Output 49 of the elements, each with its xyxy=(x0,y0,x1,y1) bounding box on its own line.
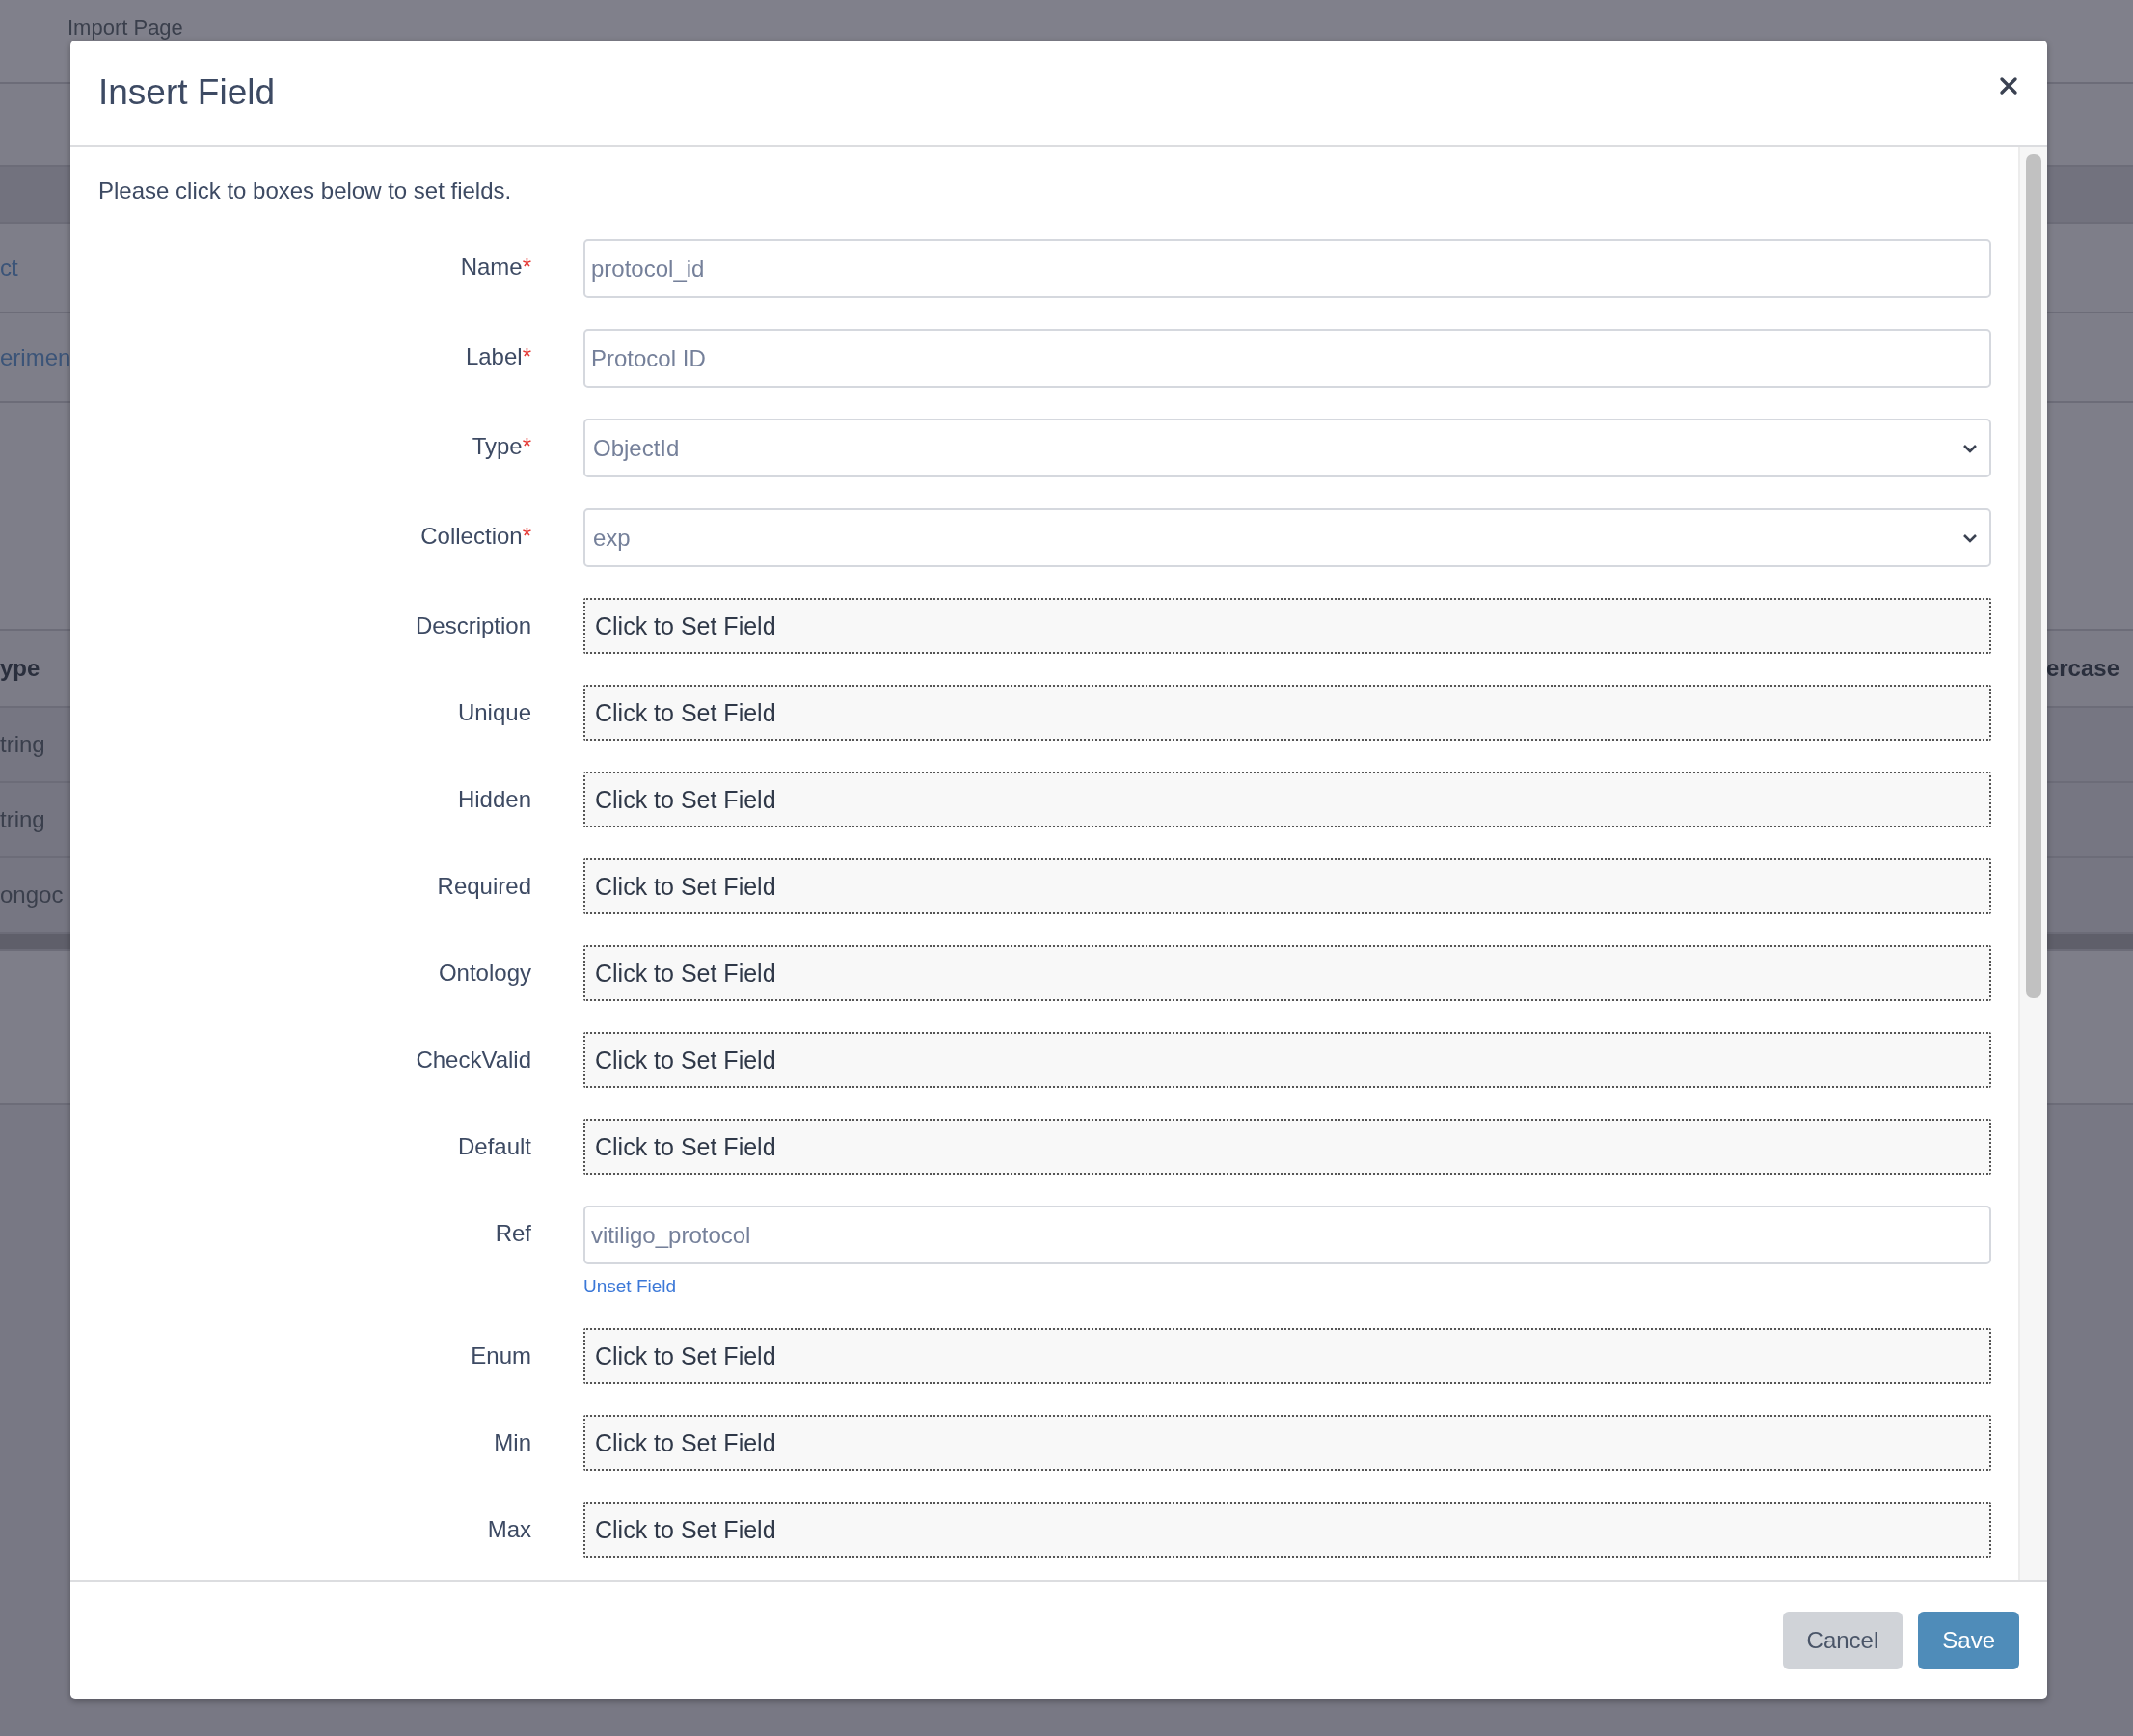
unset-field-link[interactable]: Unset Field xyxy=(583,1276,677,1297)
field-label: Enum xyxy=(471,1343,531,1369)
text-field[interactable]: vitiligo_protocol xyxy=(583,1206,1991,1264)
cancel-button[interactable]: Cancel xyxy=(1782,1612,1904,1669)
field-label: Min xyxy=(494,1429,531,1455)
required-asterisk: * xyxy=(522,523,531,549)
instruction-text: Please click to boxes below to set fields. xyxy=(98,177,513,204)
set-field-box[interactable]: Click to Set Field xyxy=(583,772,1991,827)
set-field-box[interactable]: Click to Set Field xyxy=(583,1502,1991,1558)
select-field[interactable]: exp xyxy=(583,508,1991,567)
set-field-box[interactable]: Click to Set Field xyxy=(583,1415,1991,1471)
set-field-box[interactable]: Click to Set Field xyxy=(583,685,1991,741)
field-label: Unique xyxy=(457,699,531,725)
field-label: Label xyxy=(465,343,523,369)
field-label: Default xyxy=(457,1133,531,1159)
field-label: Hidden xyxy=(457,786,531,812)
set-field-box[interactable]: Click to Set Field xyxy=(583,1119,1991,1175)
set-field-box[interactable]: Click to Set Field xyxy=(583,858,1991,914)
page-title: Import Page xyxy=(68,15,183,41)
select-field[interactable]: ObjectId xyxy=(583,419,1991,477)
field-label: CheckValid xyxy=(416,1046,531,1072)
dialog-title: Insert Field xyxy=(98,72,275,113)
field-label: Type xyxy=(472,433,523,459)
required-asterisk: * xyxy=(522,254,531,280)
field-label: Collection xyxy=(420,523,523,549)
table-cell: ongoc xyxy=(0,882,64,909)
field-label: Ref xyxy=(495,1220,531,1246)
table-cell: tring xyxy=(0,806,45,833)
field-label: Description xyxy=(415,612,531,638)
set-field-box[interactable]: Click to Set Field xyxy=(583,945,1991,1001)
set-field-box[interactable]: Click to Set Field xyxy=(583,1328,1991,1384)
close-icon[interactable] xyxy=(1999,76,2018,95)
column-header: ype xyxy=(0,655,40,682)
set-field-box[interactable]: Click to Set Field xyxy=(583,598,1991,654)
set-field-box[interactable]: Click to Set Field xyxy=(583,1032,1991,1088)
text-field[interactable]: Protocol ID xyxy=(583,329,1991,388)
text-field[interactable]: protocol_id xyxy=(583,239,1991,298)
chevron-down-icon xyxy=(1962,443,1978,453)
table-cell: tring xyxy=(0,731,45,758)
required-asterisk: * xyxy=(522,343,531,369)
scrollbar-thumb[interactable] xyxy=(2026,154,2041,998)
required-asterisk: * xyxy=(522,433,531,459)
field-label: Name xyxy=(460,254,523,280)
column-header: ercase xyxy=(2045,655,2120,682)
field-label: Ontology xyxy=(438,960,531,986)
save-button[interactable]: Save xyxy=(1918,1612,2019,1669)
chevron-down-icon xyxy=(1962,532,1978,543)
field-label: Max xyxy=(487,1516,531,1542)
field-label: Required xyxy=(437,873,531,899)
